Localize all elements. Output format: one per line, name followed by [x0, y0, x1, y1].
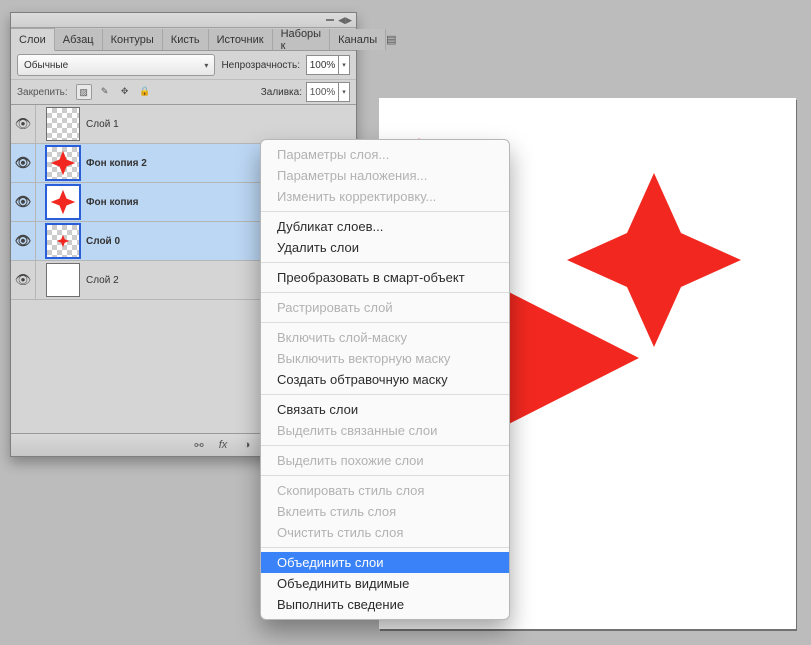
menu-item[interactable]: Объединить слои — [261, 552, 509, 573]
visibility-toggle[interactable]: 👁 — [11, 105, 36, 143]
menu-item: Выключить векторную маску — [261, 348, 509, 369]
menu-item: Выделить похожие слои — [261, 450, 509, 471]
layer-thumbnail[interactable] — [46, 107, 80, 141]
menu-item[interactable]: Связать слои — [261, 399, 509, 420]
menu-item[interactable]: Объединить видимые — [261, 573, 509, 594]
layer-thumbnail[interactable] — [46, 185, 80, 219]
panel-tab[interactable]: Каналы — [330, 29, 386, 50]
menu-separator — [261, 394, 509, 395]
layer-thumbnail[interactable] — [46, 146, 80, 180]
lock-label: Закрепить: — [17, 87, 68, 98]
eye-icon: 👁 — [15, 116, 32, 132]
menu-separator — [261, 211, 509, 212]
panel-topbar: ◀▶ — [11, 13, 356, 28]
panel-tab[interactable]: Абзац — [55, 29, 103, 50]
panel-tab-row: СлоиАбзацКонтурыКистьИсточникНаборы кКан… — [11, 28, 356, 51]
panel-tab[interactable]: Кисть — [163, 29, 209, 50]
opacity-label: Непрозрачность: — [221, 60, 300, 71]
menu-separator — [261, 262, 509, 263]
chevron-down-icon[interactable]: ▾ — [338, 83, 349, 101]
panel-menu-icon[interactable]: ▤ — [386, 28, 396, 50]
panel-tab[interactable]: Наборы к — [273, 29, 331, 50]
menu-separator — [261, 547, 509, 548]
blend-mode-dropdown[interactable]: Обычные ▾ — [17, 54, 215, 76]
panel-tab[interactable]: Источник — [209, 29, 273, 50]
opacity-field[interactable]: 100% ▾ — [306, 55, 350, 75]
layer-thumbnail[interactable] — [46, 263, 80, 297]
visibility-toggle[interactable]: 👁 — [11, 183, 36, 221]
menu-item: Растрировать слой — [261, 297, 509, 318]
fill-field[interactable]: 100% ▾ — [306, 82, 350, 102]
eye-icon: 👁 — [15, 233, 32, 249]
menu-item: Скопировать стиль слоя — [261, 480, 509, 501]
panel-tab[interactable]: Контуры — [103, 29, 163, 50]
menu-item[interactable]: Выполнить сведение — [261, 594, 509, 615]
eye-icon: 👁 — [15, 194, 32, 210]
menu-item[interactable]: Преобразовать в смарт-объект — [261, 267, 509, 288]
lock-transparent-icon[interactable]: ▨ — [76, 84, 92, 100]
eye-icon: 👁 — [15, 155, 32, 171]
chevron-down-icon[interactable]: ▾ — [338, 56, 349, 74]
visibility-toggle[interactable]: 👁 — [11, 144, 36, 182]
menu-item[interactable]: Создать обтравочную маску — [261, 369, 509, 390]
menu-item: Вклеить стиль слоя — [261, 501, 509, 522]
blend-opacity-row: Обычные ▾ Непрозрачность: 100% ▾ — [11, 51, 356, 79]
chevron-down-icon: ▾ — [204, 61, 208, 70]
menu-item: Параметры слоя... — [261, 144, 509, 165]
lock-brush-icon[interactable]: ✎ — [98, 84, 112, 98]
menu-separator — [261, 292, 509, 293]
layer-context-menu[interactable]: Параметры слоя...Параметры наложения...И… — [260, 139, 510, 620]
fx-icon[interactable]: fx — [214, 437, 232, 453]
menu-separator — [261, 475, 509, 476]
layer-thumbnail[interactable] — [46, 224, 80, 258]
menu-item[interactable]: Дубликат слоев... — [261, 216, 509, 237]
panel-tab[interactable]: Слои — [11, 28, 55, 51]
layer-name[interactable]: Слой 1 — [86, 119, 350, 130]
mask-icon[interactable]: ◑ — [238, 437, 256, 453]
menu-separator — [261, 445, 509, 446]
menu-item: Выделить связанные слои — [261, 420, 509, 441]
collapse-icon[interactable]: ◀▶ — [338, 15, 352, 26]
menu-item: Изменить корректировку... — [261, 186, 509, 207]
fill-label: Заливка: — [261, 87, 302, 98]
menu-item: Параметры наложения... — [261, 165, 509, 186]
lock-move-icon[interactable]: ✥ — [118, 84, 132, 98]
lock-fill-row: Закрепить: ▨ ✎ ✥ 🔒 Заливка: 100% ▾ — [11, 79, 356, 104]
visibility-toggle[interactable]: 👁 — [11, 261, 36, 299]
blend-mode-value: Обычные — [24, 60, 68, 71]
eye-icon: 👁 — [15, 272, 32, 288]
menu-item: Очистить стиль слоя — [261, 522, 509, 543]
menu-separator — [261, 322, 509, 323]
visibility-toggle[interactable]: 👁 — [11, 222, 36, 260]
lock-all-icon[interactable]: 🔒 — [138, 84, 152, 98]
menu-item[interactable]: Удалить слои — [261, 237, 509, 258]
link-icon[interactable]: ⚯ — [190, 437, 208, 453]
menu-item: Включить слой-маску — [261, 327, 509, 348]
